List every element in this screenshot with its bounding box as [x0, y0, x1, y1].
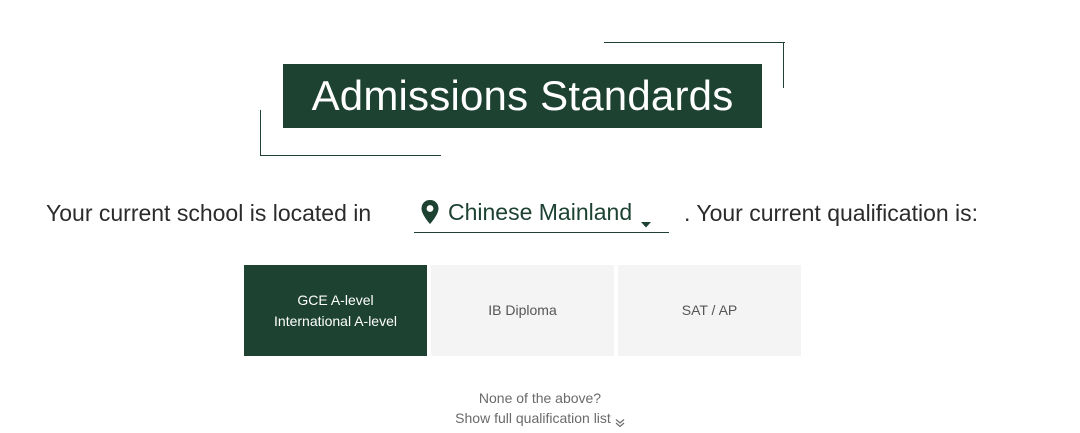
show-full-list-link[interactable]: Show full qualification list	[455, 408, 625, 428]
tab-label-line: International A-level	[274, 312, 397, 329]
decorative-frame-line-right	[783, 42, 784, 88]
double-chevron-down-icon	[615, 413, 625, 428]
tab-gce-a-level[interactable]: GCE A-level International A-level	[244, 265, 427, 356]
tab-label: SAT / AP	[681, 302, 738, 318]
caret-down-icon	[640, 208, 652, 228]
qualification-tabs: GCE A-level International A-level IB Dip…	[244, 265, 801, 356]
decorative-frame-line-top	[604, 42, 785, 43]
page-title-banner: Admissions Standards	[283, 64, 762, 128]
footer-note: None of the above? Show full qualificati…	[0, 388, 1080, 428]
show-full-list-label: Show full qualification list	[455, 410, 611, 426]
location-prefix-text: Your current school is located in	[46, 200, 372, 226]
tab-label: IB Diploma	[488, 302, 557, 318]
tab-label-line: GCE A-level	[297, 291, 374, 308]
location-dropdown[interactable]: Chinese Mainland	[414, 192, 669, 233]
tab-ib-diploma[interactable]: IB Diploma	[431, 265, 614, 356]
location-selected-value: Chinese Mainland	[448, 198, 633, 225]
tab-sat-ap[interactable]: SAT / AP	[618, 265, 801, 356]
map-pin-icon	[420, 199, 440, 225]
qualification-prompt-text: . Your current qualification is:	[684, 200, 979, 226]
decorative-frame-line-left	[260, 110, 261, 156]
tab-label: GCE A-level International A-level	[274, 290, 397, 332]
decorative-frame-line-bottom	[260, 155, 441, 156]
location-sentence: Your current school is located in Chines…	[0, 192, 1080, 238]
none-of-above-text: None of the above?	[478, 390, 602, 406]
page-title: Admissions Standards	[311, 72, 734, 119]
